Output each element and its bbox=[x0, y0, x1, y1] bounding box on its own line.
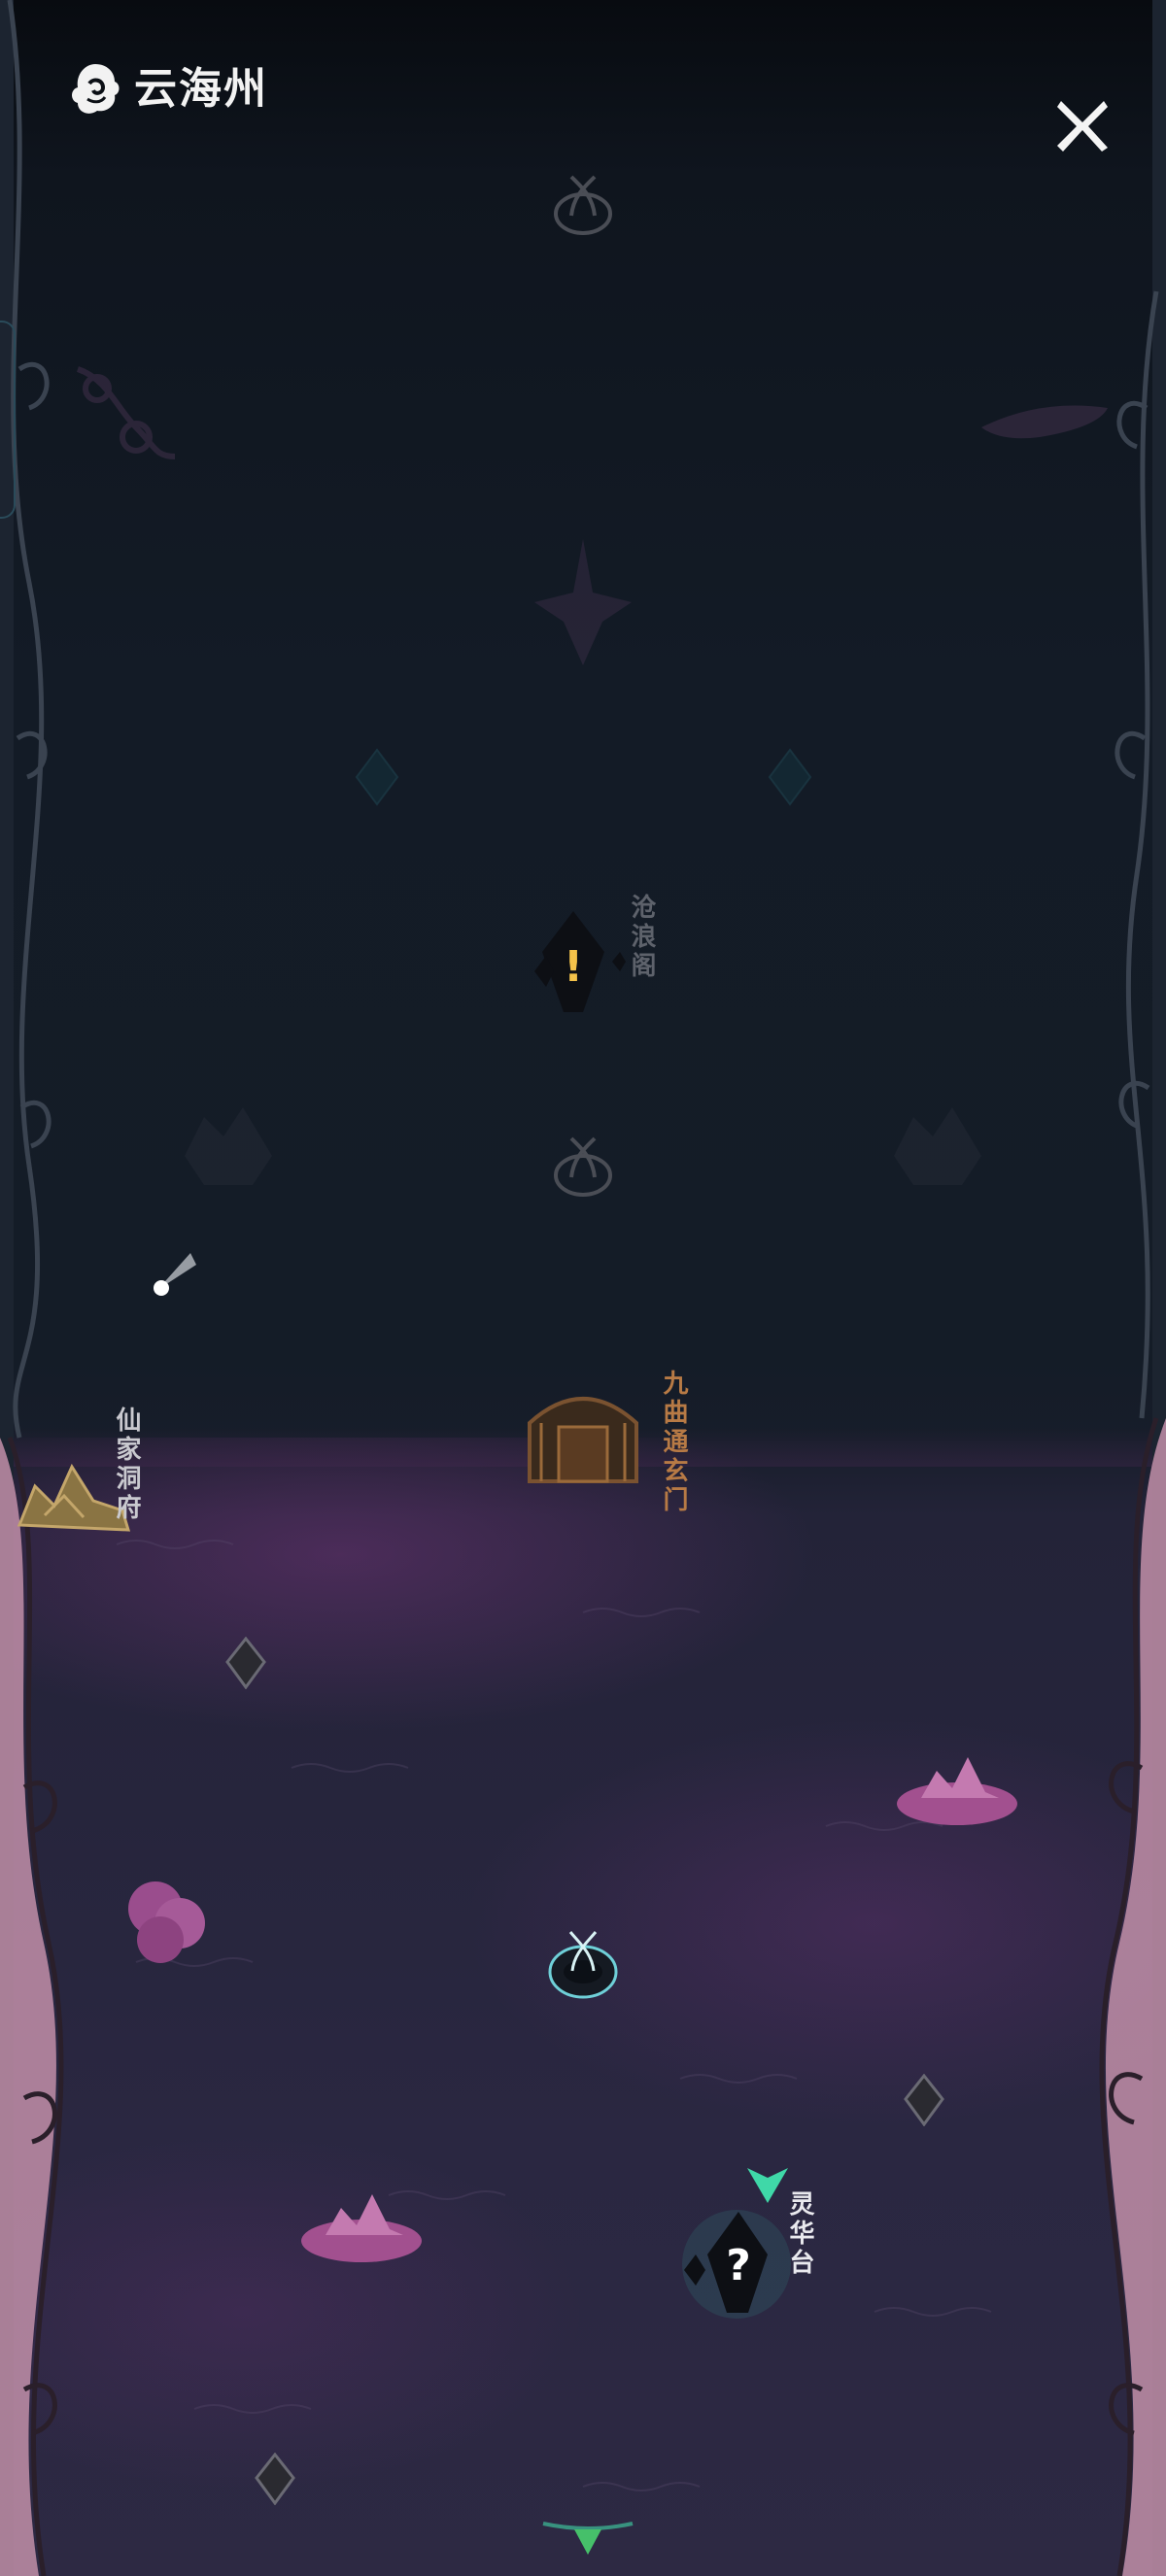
faint-ruins-left-icon bbox=[185, 1107, 272, 1185]
faint-island-icon bbox=[981, 405, 1108, 439]
scroll-down-indicator-icon[interactable] bbox=[539, 2516, 636, 2564]
purple-coral-icon bbox=[128, 1881, 205, 1963]
linghua-terrace-marker[interactable]: ? bbox=[670, 2200, 797, 2326]
crystal-marker-icon-1[interactable] bbox=[225, 1637, 266, 1689]
label-xianjia[interactable]: 仙家洞府 bbox=[112, 1407, 141, 1523]
jiuqu-gate-icon[interactable] bbox=[520, 1384, 646, 1491]
faint-portal-icon-top[interactable] bbox=[544, 165, 622, 243]
purple-island-icon-east[interactable] bbox=[892, 1744, 1022, 1831]
wisp-marker-icon[interactable] bbox=[146, 1243, 204, 1302]
crystal-marker-icon-2[interactable] bbox=[904, 2074, 944, 2126]
world-map[interactable]: 云海州 ! 沧浪阁 九曲通玄门 仙家洞府 ? 灵华台 bbox=[0, 0, 1166, 2576]
crystal-marker-icon-3[interactable] bbox=[255, 2453, 295, 2505]
teleport-portal-icon[interactable] bbox=[539, 1918, 627, 2006]
faint-crystal-icon-left[interactable] bbox=[355, 748, 399, 806]
faint-plant-icon bbox=[76, 366, 176, 459]
question-quest-icon: ? bbox=[726, 2241, 751, 2290]
label-linghua[interactable]: 灵华台 bbox=[785, 2190, 814, 2278]
faint-ruins-right-icon bbox=[894, 1107, 981, 1185]
label-canglang[interactable]: 沧浪阁 bbox=[627, 894, 656, 981]
cloud-emblem-icon bbox=[72, 64, 120, 114]
region-title: 云海州 bbox=[134, 64, 268, 114]
canglang-pavilion-marker[interactable]: ! bbox=[515, 903, 632, 1020]
exclamation-quest-icon: ! bbox=[564, 942, 583, 992]
purple-island-icon-west[interactable] bbox=[296, 2181, 427, 2268]
faint-crystal-icon-right[interactable] bbox=[768, 748, 812, 806]
sea-waves bbox=[116, 1540, 992, 2491]
faint-spire-icon bbox=[534, 539, 632, 665]
faint-portal-icon-middle[interactable] bbox=[544, 1127, 622, 1204]
close-x-icon[interactable] bbox=[1051, 93, 1114, 155]
side-drawer-tab[interactable] bbox=[0, 321, 16, 519]
label-jiuqu[interactable]: 九曲通玄门 bbox=[659, 1370, 688, 1515]
